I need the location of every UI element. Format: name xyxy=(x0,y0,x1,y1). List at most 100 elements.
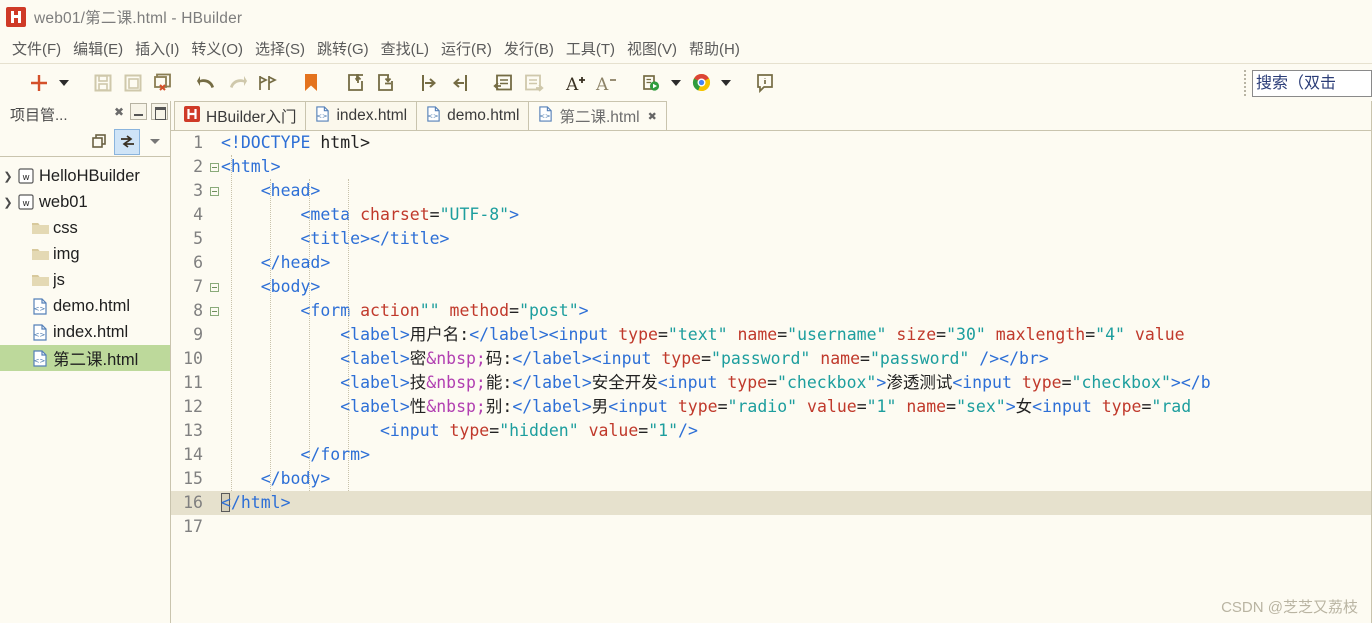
toolbar-search-area: 搜索（双击 xyxy=(1244,67,1372,99)
code-line[interactable]: 7 <body> xyxy=(171,275,1372,299)
editor-area: HBuilder入门 <> index.html <> demo.html <>… xyxy=(171,101,1372,623)
line-number: 8 xyxy=(193,301,203,320)
search-input[interactable]: 搜索（双击 xyxy=(1252,69,1372,97)
code-line[interactable]: 16 </html> xyxy=(171,491,1372,515)
close-icon[interactable]: ✖ xyxy=(648,110,657,123)
menu-help[interactable]: 帮助(H) xyxy=(683,36,746,61)
menu-insert[interactable]: 插入(I) xyxy=(129,36,185,61)
run-browser-icon[interactable] xyxy=(636,68,666,98)
code-line[interactable]: 4 <meta charset="UTF-8"> xyxy=(171,203,1372,227)
bookmark-icon[interactable] xyxy=(296,68,326,98)
tab-hbuilder-intro[interactable]: HBuilder入门 xyxy=(174,101,307,130)
tree-item-demo-html[interactable]: <> demo.html xyxy=(0,293,170,319)
code-line[interactable]: 5 <title></title> xyxy=(171,227,1372,251)
code-line[interactable]: 8 <form action"" method="post"> xyxy=(171,299,1372,323)
line-number: 5 xyxy=(193,229,203,248)
fold-toggle-icon[interactable] xyxy=(207,162,221,172)
code-lines[interactable]: 1 <!DOCTYPE html> 2 <html> 3 <head> 4 <meta c… xyxy=(171,131,1372,539)
tab-index-html[interactable]: <> index.html xyxy=(305,101,418,130)
tree-item-label: web01 xyxy=(39,192,88,211)
project-tree: ❯ w HelloHBuilder ❯ w web01 css img js <… xyxy=(0,157,170,623)
view-menu-icon[interactable] xyxy=(142,129,168,155)
link-with-editor-icon[interactable] xyxy=(114,128,140,155)
close-file-icon[interactable] xyxy=(148,68,178,98)
tab-dierke-html[interactable]: <> 第二课.html ✖ xyxy=(528,101,667,130)
code-line[interactable]: 3 <head> xyxy=(171,179,1372,203)
font-increase-icon[interactable]: A xyxy=(562,68,592,98)
line-number: 13 xyxy=(183,421,203,440)
fold-toggle-icon[interactable] xyxy=(207,282,221,292)
format-icon[interactable] xyxy=(252,68,282,98)
tree-item-dierke-html[interactable]: <> 第二课.html xyxy=(0,345,170,371)
tree-item-label: demo.html xyxy=(53,296,131,315)
svg-text:w: w xyxy=(22,173,29,183)
code-line-text: <input type="hidden" value="1"/> xyxy=(379,421,698,440)
code-line[interactable]: 13 <input type="hidden" value="1"/> xyxy=(171,419,1372,443)
new-file-dropdown-icon[interactable] xyxy=(54,68,74,98)
menu-publish[interactable]: 发行(B) xyxy=(498,36,560,61)
menu-tools[interactable]: 工具(T) xyxy=(560,36,621,61)
menu-file[interactable]: 文件(F) xyxy=(6,36,67,61)
redo-icon[interactable] xyxy=(222,68,252,98)
fold-toggle-icon[interactable] xyxy=(207,186,221,196)
fold-toggle-icon[interactable] xyxy=(207,306,221,316)
code-line[interactable]: 10 <label>密&nbsp;码:</label><input type="… xyxy=(171,347,1372,371)
font-decrease-icon[interactable]: A xyxy=(592,68,622,98)
undo-icon[interactable] xyxy=(192,68,222,98)
save-icon[interactable] xyxy=(88,68,118,98)
code-editor[interactable]: 1 <!DOCTYPE html> 2 <html> 3 <head> 4 <meta c… xyxy=(171,131,1372,623)
tree-item-web01[interactable]: ❯ w web01 xyxy=(0,189,170,215)
menu-find[interactable]: 查找(L) xyxy=(375,36,435,61)
chevron-down-icon[interactable]: ❯ xyxy=(0,196,16,209)
collapse-all-icon[interactable] xyxy=(86,129,112,155)
code-line[interactable]: 9 <label>用户名:</label><input type="text" … xyxy=(171,323,1372,347)
chevron-right-icon[interactable]: ❯ xyxy=(0,170,16,183)
project-panel-title: 项目管... xyxy=(10,106,68,124)
indent-right-icon[interactable] xyxy=(414,68,444,98)
code-line[interactable]: 17 xyxy=(171,515,1372,539)
menu-run[interactable]: 运行(R) xyxy=(435,36,498,61)
chrome-icon[interactable] xyxy=(686,68,716,98)
code-line-text: <html> xyxy=(221,157,281,176)
code-line-text: <!DOCTYPE html> xyxy=(221,133,371,152)
code-line[interactable]: 14 </form> xyxy=(171,443,1372,467)
tab-demo-html[interactable]: <> demo.html xyxy=(416,101,530,130)
export-icon[interactable] xyxy=(340,68,370,98)
line-number: 15 xyxy=(183,469,203,488)
save-all-icon[interactable] xyxy=(118,68,148,98)
project-icon: w xyxy=(16,168,36,184)
svg-text:<>: <> xyxy=(34,357,46,365)
chrome-dropdown-icon[interactable] xyxy=(716,68,736,98)
menu-goto[interactable]: 跳转(G) xyxy=(311,36,375,61)
run-browser-dropdown-icon[interactable] xyxy=(666,68,686,98)
code-line[interactable]: 15 </body> xyxy=(171,467,1372,491)
new-file-icon[interactable] xyxy=(24,68,54,98)
info-icon[interactable] xyxy=(750,68,780,98)
maximize-icon[interactable] xyxy=(151,103,168,120)
uncomment-icon[interactable] xyxy=(518,68,548,98)
code-line-text: <title></title> xyxy=(300,229,450,248)
comment-icon[interactable] xyxy=(488,68,518,98)
svg-text:A: A xyxy=(595,75,609,94)
tree-item-index-html[interactable]: <> index.html xyxy=(0,319,170,345)
code-line[interactable]: 2 <html> xyxy=(171,155,1372,179)
tree-item-hellohbuilder[interactable]: ❯ w HelloHBuilder xyxy=(0,163,170,189)
code-line-text: </head> xyxy=(260,253,331,272)
menu-escape[interactable]: 转义(O) xyxy=(185,36,249,61)
code-line-text: <meta charset="UTF-8"> xyxy=(300,205,520,224)
indent-left-icon[interactable] xyxy=(444,68,474,98)
code-line[interactable]: 11 <label>技&nbsp;能:</label>安全开发<input ty… xyxy=(171,371,1372,395)
menu-select[interactable]: 选择(S) xyxy=(249,36,311,61)
tree-item-img[interactable]: img xyxy=(0,241,170,267)
menu-bar: 文件(F) 编辑(E) 插入(I) 转义(O) 选择(S) 跳转(G) 查找(L… xyxy=(0,34,1372,63)
tree-item-js[interactable]: js xyxy=(0,267,170,293)
code-line[interactable]: 1 <!DOCTYPE html> xyxy=(171,131,1372,155)
menu-view[interactable]: 视图(V) xyxy=(621,36,683,61)
code-line[interactable]: 12 <label>性&nbsp;别:</label>男<input type=… xyxy=(171,395,1372,419)
import-icon[interactable] xyxy=(370,68,400,98)
menu-edit[interactable]: 编辑(E) xyxy=(67,36,129,61)
minimize-icon[interactable] xyxy=(130,103,147,120)
tree-item-css[interactable]: css xyxy=(0,215,170,241)
close-icon[interactable]: ✖ xyxy=(112,104,126,120)
code-line[interactable]: 6 </head> xyxy=(171,251,1372,275)
